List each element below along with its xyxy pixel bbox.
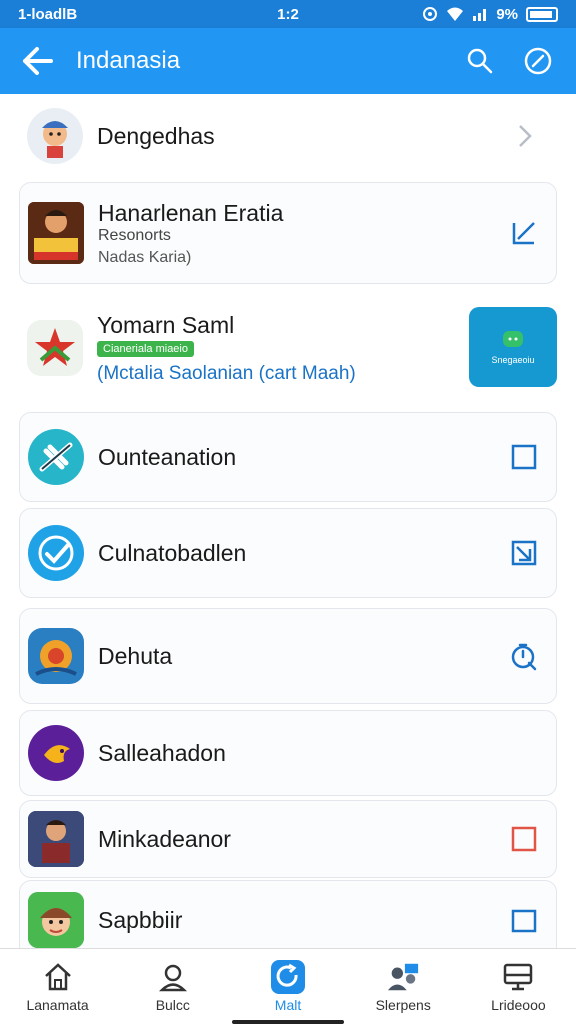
app-bar: Indanasia [0, 28, 576, 94]
status-bar: 1-loadlB 1:2 9% [0, 0, 576, 28]
home-indicator [232, 1020, 344, 1024]
nav-label: Bulcc [155, 997, 190, 1013]
item-name: Yomarn Saml [97, 311, 235, 338]
item-name: Sapbbiir [98, 906, 183, 933]
compass-button[interactable] [518, 41, 558, 81]
search-button[interactable] [460, 41, 500, 81]
nav-item-lrideooo[interactable]: Lrideooo [461, 949, 576, 1024]
star-icon [27, 320, 83, 376]
item-name: Dehuta [98, 642, 173, 669]
game-poster-icon [28, 202, 84, 264]
list-item-salleahadon[interactable]: Salleahadon [19, 710, 557, 796]
back-button[interactable] [18, 41, 58, 81]
status-time: 1:2 [277, 5, 299, 23]
tv-icon [501, 960, 535, 994]
nav-item-home[interactable]: Lanamata [0, 949, 115, 1024]
status-badge: Cianeriala miaeio [97, 340, 194, 357]
nav-item-malt[interactable]: Malt [230, 949, 345, 1024]
arrow-left-icon [23, 47, 53, 75]
status-left-text: 1-loadlB [18, 5, 78, 23]
list-item-culnatobadlen[interactable]: Culnatobadlen [19, 508, 557, 598]
bottom-nav: Lanamata Bulcc Malt Slerpens Lrideooo [0, 948, 576, 1024]
status-icons: 9% [378, 6, 558, 23]
edit-icon[interactable] [504, 213, 544, 253]
search-icon [467, 48, 493, 74]
wifi-icon [447, 7, 464, 21]
action-tile[interactable]: Snegaeoiu [469, 307, 557, 387]
list-item-ounteanation[interactable]: Ounteanation [19, 412, 557, 502]
chat-icon [503, 331, 523, 347]
nav-label: Slerpens [375, 997, 431, 1013]
item-name: Culnatobadlen [98, 539, 247, 566]
avatar-man-icon [27, 108, 83, 164]
checkbox-red-icon[interactable] [504, 819, 544, 859]
content-list: Dengedhas Hanarlenan Eratia Resonorts Na… [0, 94, 576, 960]
item-subtitle: Resonorts [98, 226, 171, 244]
item-name: Minkadeanor [98, 825, 231, 852]
nav-label: Lrideooo [491, 997, 546, 1013]
chevron-right-icon[interactable] [505, 116, 545, 156]
nav-item-bulcc[interactable]: Bulcc [115, 949, 230, 1024]
checkbox-icon[interactable] [504, 900, 544, 940]
list-item-dengedhas[interactable]: Dengedhas [19, 102, 557, 170]
list-item-hanarlenan-eratia[interactable]: Hanarlenan Eratia Resonorts Nadas Karia) [19, 182, 557, 284]
check-circle-icon [28, 525, 84, 581]
home-icon [41, 960, 75, 994]
item-detail: Nadas Karia) [98, 248, 192, 266]
warrior-icon [28, 811, 84, 867]
item-name: Dengedhas [97, 122, 215, 149]
game-icon [28, 628, 84, 684]
refresh-icon [271, 960, 305, 994]
item-name: Hanarlenan Eratia [98, 199, 284, 226]
list-item-yomarn-saml[interactable]: Yomarn Saml Cianeriala miaeio (Mctalia S… [19, 300, 459, 396]
item-detail: (Mctalia Saolanian (cart Maah) [97, 362, 356, 384]
battery-percent: 9% [496, 5, 518, 23]
timer-icon[interactable] [504, 636, 544, 676]
compass-icon [524, 47, 552, 75]
item-name: Ounteanation [98, 443, 237, 470]
location-icon [423, 7, 438, 21]
item-name: Salleahadon [98, 739, 226, 766]
checkbox-checked-icon[interactable] [504, 533, 544, 573]
nav-item-slerpens[interactable]: Slerpens [346, 949, 461, 1024]
nav-label: Lanamata [26, 997, 89, 1013]
bird-icon [28, 725, 84, 781]
page-title: Indanasia [76, 47, 181, 74]
tile-label: Snegaeoiu [491, 355, 535, 365]
airplane-icon [28, 429, 84, 485]
list-item-minkadeanor[interactable]: Minkadeanor [19, 800, 557, 878]
character-icon [28, 892, 84, 948]
person-icon [156, 960, 190, 994]
people-icon [386, 960, 420, 994]
battery-icon [526, 6, 558, 22]
nav-label: Malt [274, 997, 302, 1013]
checkbox-icon[interactable] [504, 437, 544, 477]
list-item-dehuta[interactable]: Dehuta [19, 608, 557, 704]
signal-icon [473, 9, 487, 21]
